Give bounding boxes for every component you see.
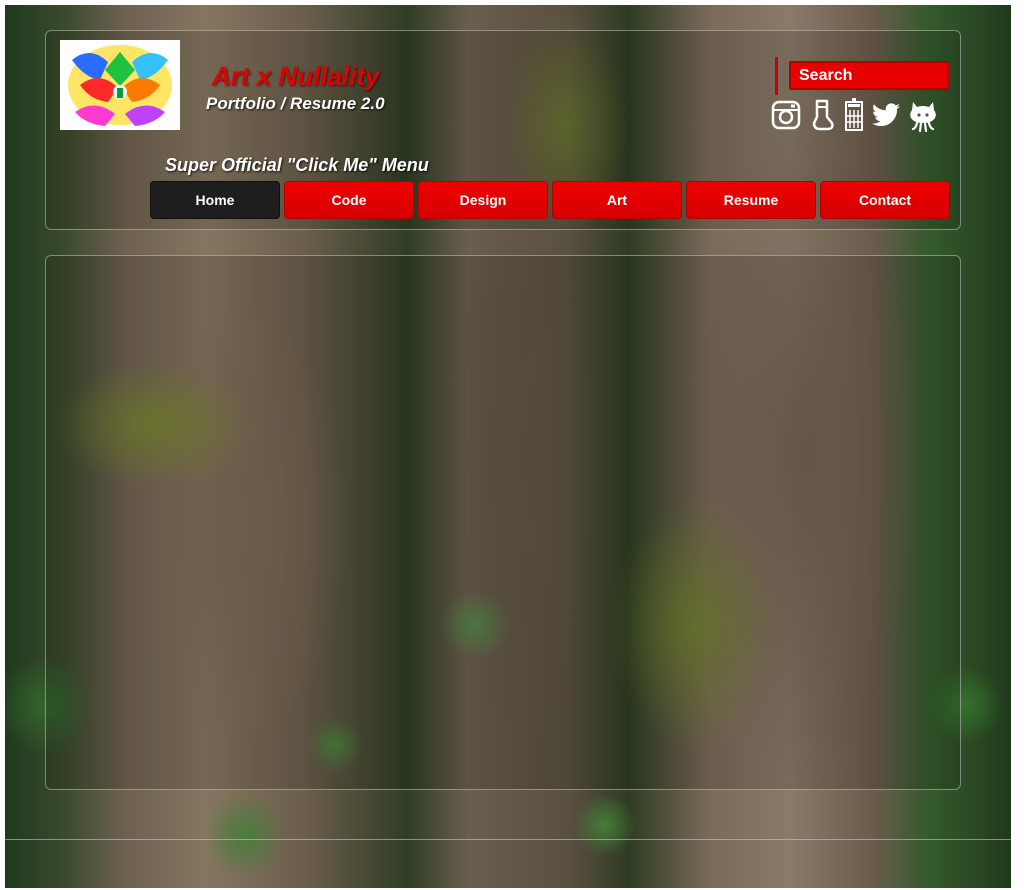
page-background: Art x Nullality Portfolio / Resume 2.0 S…	[5, 5, 1011, 888]
footer-divider	[5, 839, 1011, 840]
search-input[interactable]	[789, 61, 949, 90]
sock-icon[interactable]	[808, 98, 836, 132]
nav-contact-button[interactable]: Contact	[820, 181, 950, 219]
phone-booth-icon[interactable]	[840, 98, 868, 132]
nav-art-button[interactable]: Art	[552, 181, 682, 219]
search-accent-bar	[775, 57, 778, 95]
site-title: Art x Nullality	[212, 61, 380, 91]
site-subtitle: Portfolio / Resume 2.0	[206, 94, 385, 113]
instagram-icon[interactable]	[770, 98, 802, 132]
logo-hands-icon	[68, 45, 172, 126]
menu-title: Super Official "Click Me" Menu	[165, 155, 429, 175]
content-panel	[45, 255, 961, 790]
nav-resume-button[interactable]: Resume	[686, 181, 816, 219]
nav-code-button[interactable]: Code	[284, 181, 414, 219]
nav-design-button[interactable]: Design	[418, 181, 548, 219]
site-logo[interactable]	[60, 40, 180, 130]
main-nav: Home Code Design Art Resume Contact	[150, 181, 950, 219]
github-octocat-icon[interactable]	[906, 98, 940, 132]
twitter-icon[interactable]	[871, 98, 901, 132]
nav-home-button[interactable]: Home	[150, 181, 280, 219]
